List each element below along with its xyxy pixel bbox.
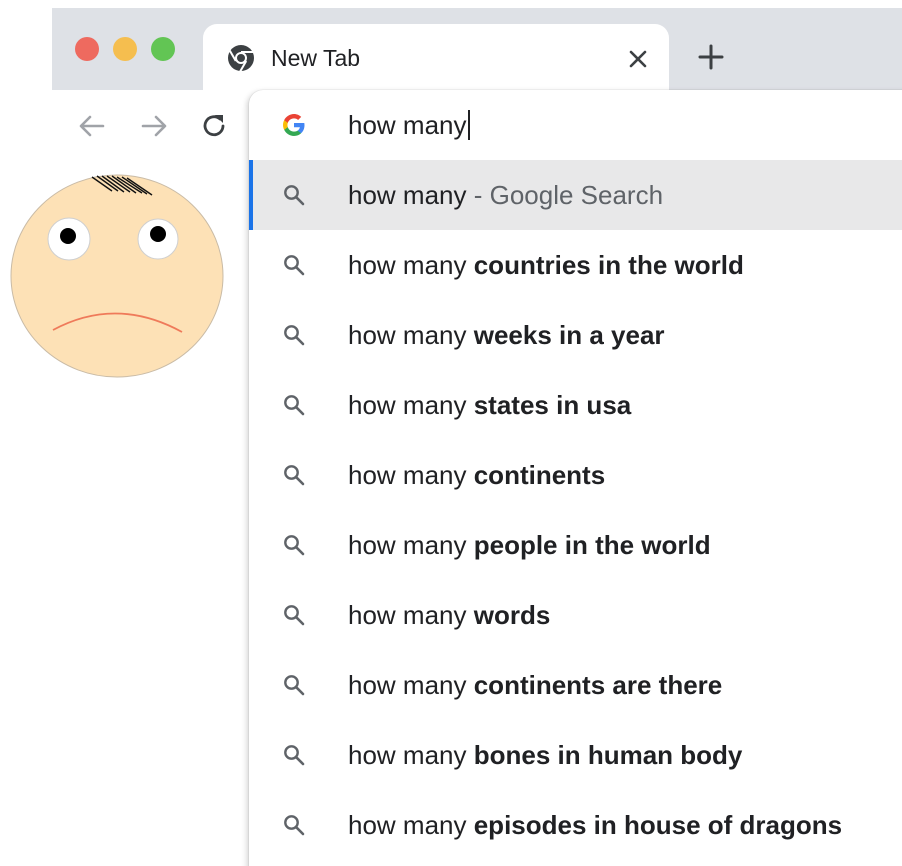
suggestion-completion: - Google Search	[466, 180, 664, 210]
search-icon	[284, 185, 305, 206]
suggestion-prefix: how many	[348, 740, 467, 770]
suggestion-text: how many episodes in house of dragons	[348, 809, 842, 841]
arrow-right-icon[interactable]	[138, 110, 170, 142]
suggestion-completion: continents are there	[466, 670, 723, 700]
search-icon	[284, 535, 305, 556]
omnibox-input[interactable]: how many	[249, 90, 902, 160]
suggestion-text: how many words	[348, 599, 550, 631]
tab-new-tab[interactable]: New Tab	[203, 24, 669, 94]
suggestion-item[interactable]: how many bones in human body	[249, 720, 902, 790]
suggestion-prefix: how many	[348, 250, 467, 280]
suggestion-text: how many states in usa	[348, 389, 631, 421]
face-circle	[10, 174, 224, 378]
chrome-icon	[228, 45, 254, 72]
suggestion-text: how many continents	[348, 459, 605, 491]
suggestion-prefix: how many	[348, 600, 467, 630]
suggestion-item[interactable]: how many weeks in a year	[249, 300, 902, 370]
google-g-icon	[283, 114, 305, 136]
omnibox-dropdown: how many how many - Google Search how man…	[249, 90, 902, 866]
suggestion-text: how many people in the world	[348, 529, 711, 561]
minimize-window-button[interactable]	[113, 37, 137, 61]
suggestion-completion: weeks in a year	[466, 320, 665, 350]
left-pupil	[60, 228, 76, 244]
close-window-button[interactable]	[75, 37, 99, 61]
suggestion-completion: episodes in house of dragons	[466, 810, 843, 840]
suggestion-text: how many countries in the world	[348, 249, 744, 281]
suggestion-prefix: how many	[348, 460, 467, 490]
suggestion-prefix: how many	[348, 320, 467, 350]
text-caret	[467, 110, 470, 140]
zoom-window-button[interactable]	[151, 37, 175, 61]
suggestion-completion: states in usa	[466, 390, 632, 420]
suggestion-item[interactable]: how many words	[249, 580, 902, 650]
browser-window: New Tab how many how many - Google Searc…	[0, 0, 902, 866]
selection-indicator	[249, 160, 253, 230]
suggestion-prefix: how many	[348, 530, 467, 560]
suggestion-prefix: how many	[348, 390, 467, 420]
suggestion-text: how many - Google Search	[348, 179, 663, 211]
suggestion-item[interactable]: how many people in the world	[249, 510, 902, 580]
sad-face-illustration	[10, 174, 224, 378]
tab-title: New Tab	[271, 45, 361, 71]
right-pupil	[150, 226, 166, 242]
omnibox-text: how many	[348, 109, 470, 141]
search-icon	[284, 465, 305, 486]
suggestion-text: how many weeks in a year	[348, 319, 665, 351]
suggestion-text: how many continents are there	[348, 669, 722, 701]
suggestion-completion: words	[466, 600, 551, 630]
search-icon	[284, 605, 305, 626]
suggestion-prefix: how many	[348, 180, 467, 210]
search-icon	[284, 395, 305, 416]
suggestion-completion: countries in the world	[466, 250, 744, 280]
arrow-left-icon[interactable]	[76, 110, 108, 142]
search-icon	[284, 675, 305, 696]
suggestion-prefix: how many	[348, 670, 467, 700]
suggestion-item[interactable]: how many states in usa	[249, 370, 902, 440]
suggestion-prefix: how many	[348, 810, 467, 840]
search-icon	[284, 325, 305, 346]
suggestion-text: how many bones in human body	[348, 739, 742, 771]
close-icon[interactable]	[625, 46, 651, 72]
search-icon	[284, 815, 305, 836]
suggestion-item[interactable]: how many - Google Search	[249, 160, 902, 230]
plus-icon[interactable]	[694, 40, 728, 74]
reload-icon[interactable]	[198, 110, 230, 142]
suggestion-completion: continents	[466, 460, 606, 490]
search-icon	[284, 255, 305, 276]
suggestion-item[interactable]: how many episodes in house of dragons	[249, 790, 902, 860]
suggestion-item[interactable]: how many countries in the world	[249, 230, 902, 300]
suggestion-item[interactable]: how many continents are there	[249, 650, 902, 720]
search-icon	[284, 745, 305, 766]
suggestion-item[interactable]: how many continents	[249, 440, 902, 510]
suggestion-completion: bones in human body	[466, 740, 743, 770]
suggestion-completion: people in the world	[466, 530, 711, 560]
